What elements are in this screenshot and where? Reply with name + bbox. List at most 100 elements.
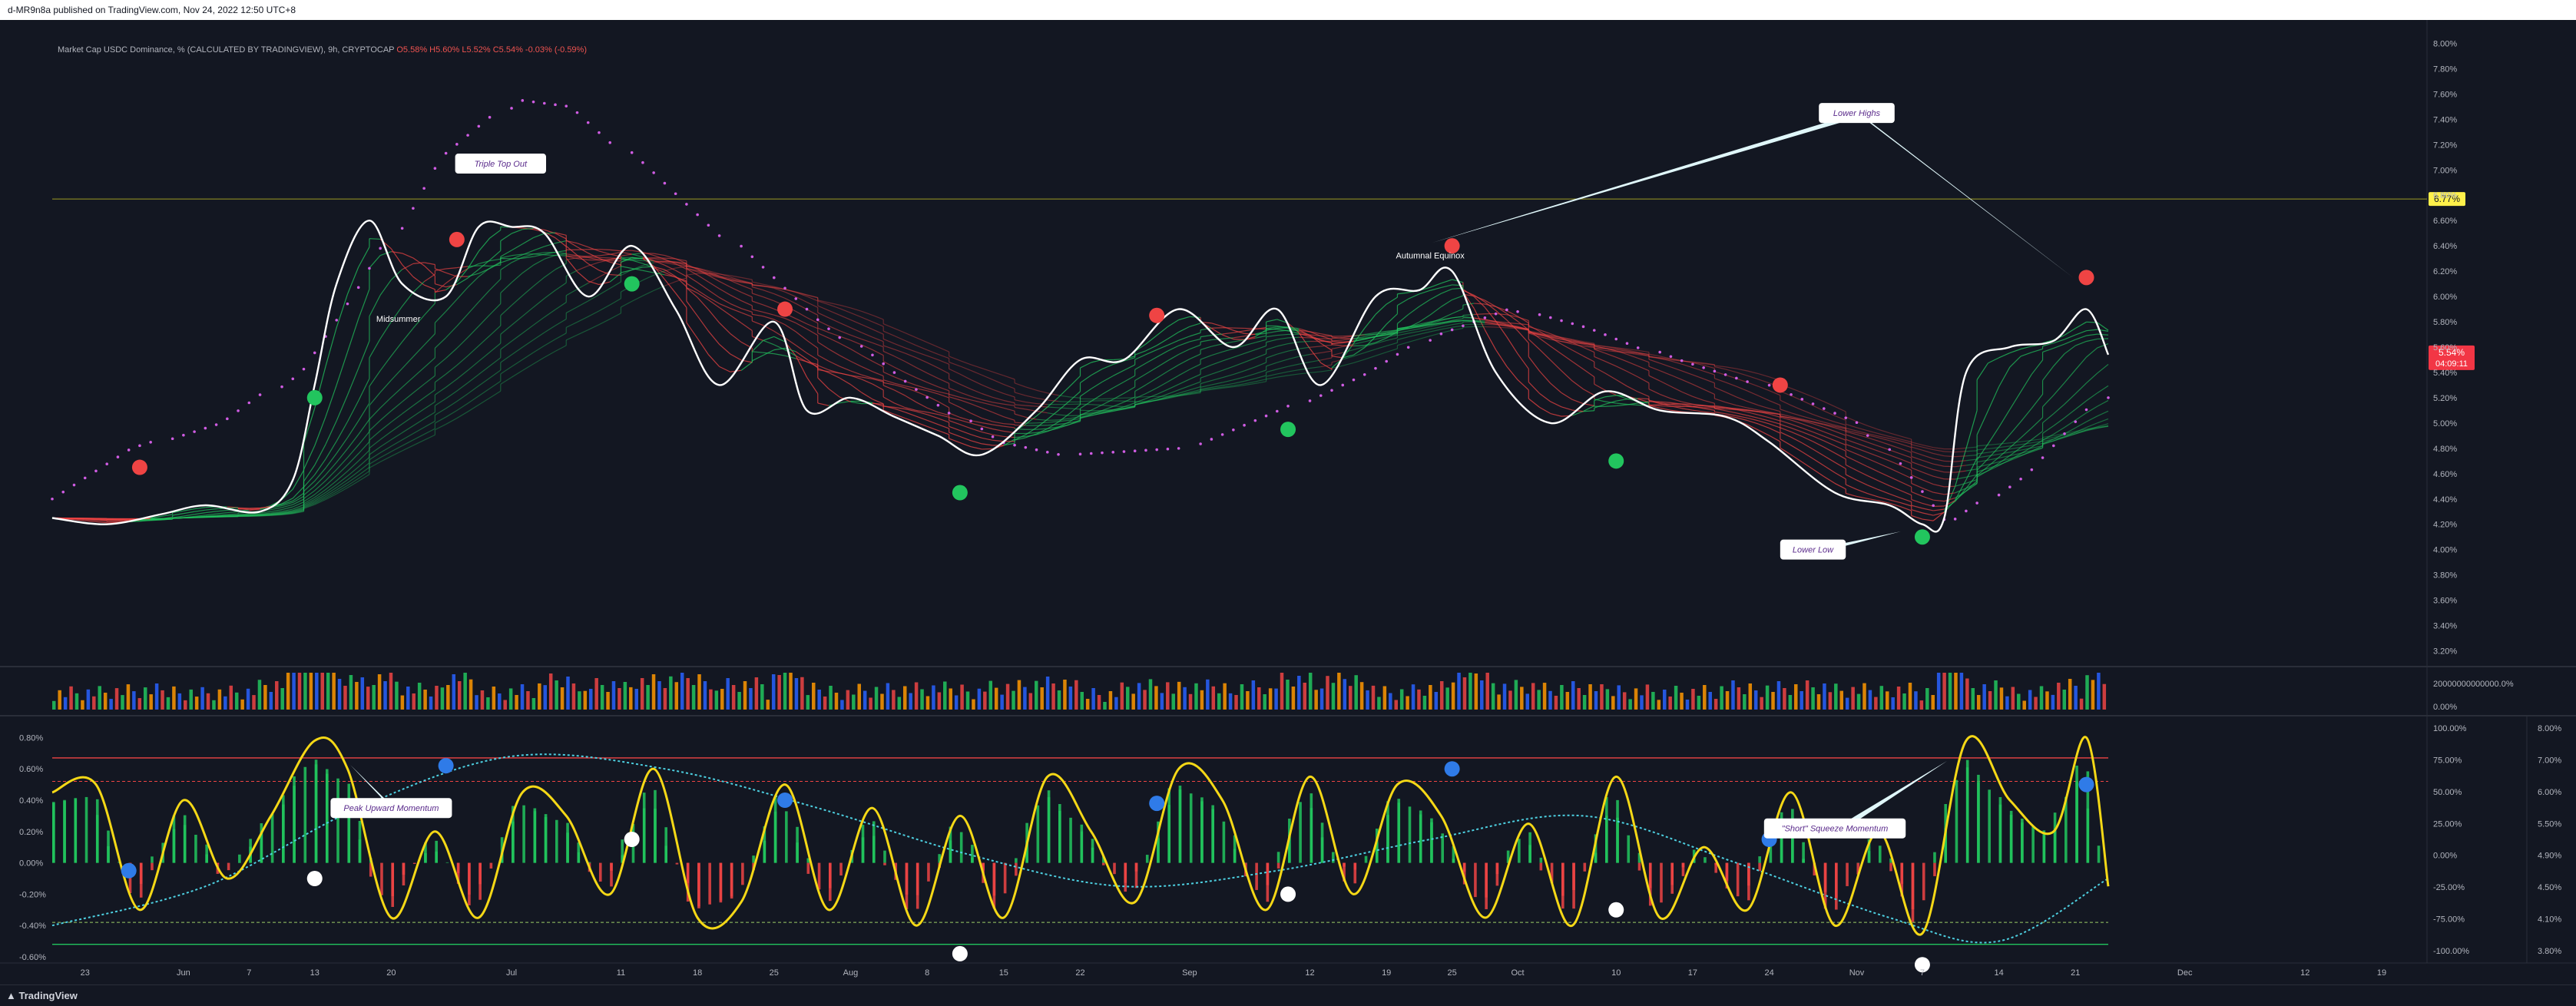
ribbon-segment xyxy=(1846,449,1856,454)
lower-highs-note-label: Lower Highs xyxy=(1833,109,1881,118)
ribbon-segment xyxy=(839,315,850,319)
ribbon-segment xyxy=(1714,399,1725,402)
ribbon-segment xyxy=(304,445,315,469)
ribbon-segment xyxy=(380,446,391,453)
ribbon-segment xyxy=(839,305,850,308)
ribbon-segment xyxy=(1277,359,1288,362)
ribbon-segment xyxy=(1846,424,1856,427)
ribbon-segment xyxy=(446,379,457,388)
ribbon-segment xyxy=(1015,436,1025,437)
volume-bar xyxy=(692,685,696,710)
osc-histogram-bar xyxy=(1474,863,1477,897)
ribbon-segment xyxy=(369,339,380,358)
ribbon-segment xyxy=(1770,418,1780,421)
ribbon-segment xyxy=(1266,332,1277,333)
ribbon-segment xyxy=(446,285,457,287)
ribbon-segment xyxy=(545,255,555,259)
osc-histogram-bar xyxy=(1135,863,1138,872)
ribbon-segment xyxy=(1813,428,1824,432)
sar-dot xyxy=(1353,379,1356,382)
ribbon-segment xyxy=(1190,374,1200,379)
ribbon-segment xyxy=(1507,366,1518,379)
volume-bar xyxy=(1720,687,1723,710)
ribbon-segment xyxy=(621,254,631,256)
ribbon-segment xyxy=(1889,468,1900,474)
ribbon-segment xyxy=(960,366,971,371)
ribbon-segment xyxy=(369,239,380,240)
ribbon-segment xyxy=(391,414,402,422)
ribbon-segment xyxy=(315,417,326,446)
sar-dot xyxy=(1210,438,1214,441)
ribbon-segment xyxy=(457,287,468,299)
ribbon-segment xyxy=(555,346,566,352)
ribbon-segment xyxy=(577,330,588,336)
ribbon-segment xyxy=(1747,391,1758,395)
ribbon-segment xyxy=(1868,485,1879,490)
ribbon-segment xyxy=(982,399,992,402)
volume-bar xyxy=(486,697,490,710)
ribbon-segment xyxy=(512,296,522,306)
ribbon-segment xyxy=(697,275,708,282)
ribbon-segment xyxy=(369,256,380,268)
time-tick: 17 xyxy=(1688,968,1697,978)
ribbon-segment xyxy=(741,323,752,331)
ribbon-segment xyxy=(512,316,522,326)
volume-bar xyxy=(943,682,947,710)
ribbon-segment xyxy=(676,293,687,308)
ribbon-segment xyxy=(697,339,708,355)
osc-histogram-bar xyxy=(1321,837,1324,862)
ribbon-segment xyxy=(2087,348,2098,357)
time-tick: 22 xyxy=(1075,968,1084,978)
ribbon-segment xyxy=(1693,410,1704,412)
sar-dot xyxy=(631,151,634,154)
volume-bar xyxy=(1566,692,1570,710)
ribbon-segment xyxy=(971,447,982,449)
volume-bar xyxy=(320,673,324,710)
chart-frame[interactable]: 6.77%5.54%04:09:11 Triple Top OutLower H… xyxy=(0,20,2576,984)
ribbon-segment xyxy=(1770,428,1780,433)
sar-dot xyxy=(422,187,425,190)
lower-highs-note-leader xyxy=(1856,113,2074,278)
ribbon-segment xyxy=(960,374,971,379)
ribbon-segment xyxy=(906,341,916,346)
ribbon-segment xyxy=(1223,380,1233,382)
ribbon-segment xyxy=(850,385,861,392)
osc-dot-blue xyxy=(777,793,793,808)
osc-histogram-bar xyxy=(1933,852,1936,863)
ribbon-segment xyxy=(862,366,872,371)
ribbon-segment xyxy=(1747,376,1758,379)
ribbon-segment xyxy=(1135,374,1146,381)
ribbon-segment xyxy=(862,356,872,362)
ribbon-segment xyxy=(1627,362,1637,366)
osc-histogram-bar xyxy=(1452,859,1455,862)
ribbon-segment xyxy=(1223,383,1233,386)
volume-bar xyxy=(715,690,719,710)
ribbon-segment xyxy=(380,252,391,256)
volume-bar xyxy=(1942,673,1946,710)
ribbon-segment xyxy=(1682,392,1693,396)
ribbon-segment xyxy=(916,389,927,391)
sar-dot xyxy=(171,437,174,440)
chart-svg[interactable]: 6.77%5.54%04:09:11 Triple Top OutLower H… xyxy=(0,20,2576,984)
osc-histogram-bar xyxy=(1955,780,1958,863)
ribbon-segment xyxy=(413,428,424,434)
osc-histogram-bar xyxy=(906,863,909,909)
ribbon-segment xyxy=(1277,372,1288,374)
ribbon-segment xyxy=(829,372,839,378)
sar-dot xyxy=(1910,476,1913,479)
volume-bar xyxy=(1897,687,1901,710)
volume-bar xyxy=(1840,691,1844,710)
sar-dot xyxy=(696,213,699,217)
ribbon-segment xyxy=(1048,407,1058,408)
volume-bar xyxy=(629,687,633,710)
ribbon-segment xyxy=(1015,414,1025,417)
osc-dot-white xyxy=(952,946,968,961)
tradingview-logo[interactable]: ▲ TradingView xyxy=(0,990,78,1001)
ribbon-segment xyxy=(1135,363,1146,369)
ribbon-segment xyxy=(1737,397,1747,402)
ribbon-segment xyxy=(1211,344,1222,346)
volume-bar xyxy=(200,687,204,710)
ribbon-segment xyxy=(1091,369,1102,376)
ribbon-segment xyxy=(1714,372,1725,375)
volume-bar xyxy=(1965,679,1969,710)
